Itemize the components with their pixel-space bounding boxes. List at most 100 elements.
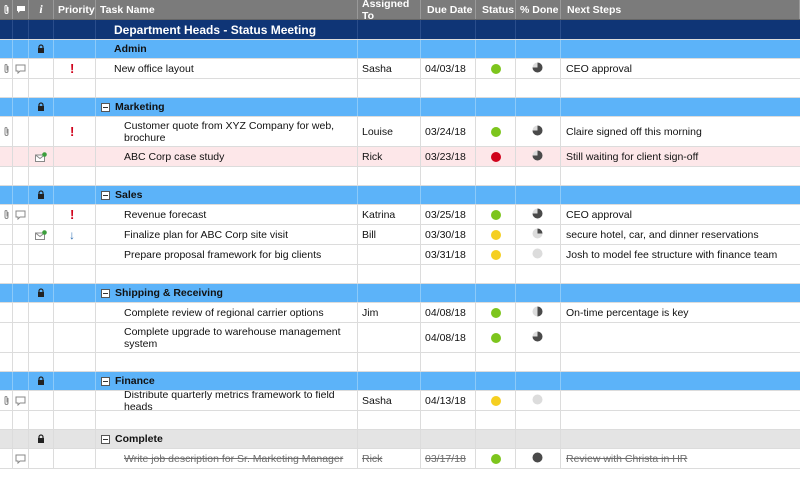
cell[interactable] [358,98,421,116]
cell[interactable]: 03/25/18 [421,205,476,224]
cell[interactable] [476,205,516,224]
cell[interactable] [516,59,561,78]
status-indicator-icon[interactable] [491,395,501,406]
cell[interactable] [54,411,96,429]
cell[interactable]: Complete [96,430,358,448]
cell[interactable] [421,79,476,97]
cell[interactable] [476,79,516,97]
priority-column-header[interactable]: Priority [54,0,96,19]
cell[interactable] [476,186,516,204]
cell[interactable] [561,411,800,429]
task-name[interactable]: New office layout [96,63,194,75]
task-name[interactable]: Prepare proposal framework for big clien… [96,249,321,261]
cell[interactable]: Department Heads - Status Meeting [96,20,358,39]
next-steps-column-header[interactable]: Next Steps [561,0,800,19]
task-name[interactable]: Shipping & Receiving [96,287,223,299]
cell[interactable] [421,353,476,371]
task-name[interactable]: Finalize plan for ABC Corp site visit [96,229,288,241]
cell[interactable]: New office layout [96,59,358,78]
cell[interactable]: 03/30/18 [421,225,476,244]
cell[interactable] [421,40,476,58]
cell[interactable] [476,323,516,352]
cell[interactable] [476,167,516,185]
cell[interactable] [476,147,516,166]
cell[interactable] [421,372,476,390]
cell[interactable] [54,353,96,371]
cell[interactable] [561,284,800,302]
cell[interactable] [476,117,516,146]
comment-icon-wrap[interactable] [13,396,28,406]
cell[interactable]: Sasha [358,59,421,78]
cell[interactable] [54,303,96,322]
cell[interactable] [516,323,561,352]
cell[interactable] [561,391,800,410]
cell[interactable] [54,265,96,283]
cell[interactable]: Sales [96,186,358,204]
cell[interactable] [561,186,800,204]
cell[interactable]: Complete review of regional carrier opti… [96,303,358,322]
cell[interactable] [561,167,800,185]
cell[interactable] [561,430,800,448]
cell[interactable] [358,79,421,97]
cell[interactable]: Revenue forecast [96,205,358,224]
cell[interactable] [476,449,516,468]
task-name[interactable]: Write job description for Sr. Marketing … [96,453,343,465]
cell[interactable]: 03/17/18 [421,449,476,468]
cell[interactable] [561,372,800,390]
cell[interactable] [476,353,516,371]
cell[interactable] [516,391,561,410]
task-name[interactable]: Finance [96,375,155,387]
cell[interactable]: ! [54,59,96,78]
cell[interactable] [54,323,96,352]
cell[interactable] [358,372,421,390]
percent-done-wrap[interactable] [532,208,543,222]
cell[interactable] [421,265,476,283]
percent-done-wrap[interactable] [532,452,543,466]
cell[interactable] [358,323,421,352]
cell[interactable]: Jim [358,303,421,322]
cell[interactable]: ! [54,117,96,146]
task-name[interactable]: Complete upgrade to warehouse management… [96,326,357,350]
cell[interactable]: Finance [96,372,358,390]
cell[interactable] [421,20,476,39]
cell[interactable] [476,59,516,78]
task-name[interactable]: Complete [96,433,163,445]
percent-done-wrap[interactable] [532,150,543,164]
status-indicator-icon[interactable] [491,249,501,260]
cell[interactable] [516,205,561,224]
cell[interactable]: Rick [358,449,421,468]
cell[interactable] [96,79,358,97]
cell[interactable] [54,20,96,39]
status-indicator-icon[interactable] [491,126,501,137]
cell[interactable]: Prepare proposal framework for big clien… [96,245,358,264]
cell[interactable]: Bill [358,225,421,244]
cell[interactable] [54,430,96,448]
cell[interactable] [54,449,96,468]
due-date-column-header[interactable]: Due Date [421,0,476,19]
status-indicator-icon[interactable] [491,332,501,343]
cell[interactable]: 04/13/18 [421,391,476,410]
cell[interactable] [96,353,358,371]
task-name[interactable]: Department Heads - Status Meeting [96,24,316,36]
cell[interactable]: ! [54,205,96,224]
cell[interactable] [54,40,96,58]
cell[interactable] [421,186,476,204]
task-name[interactable]: Customer quote from XYZ Company for web,… [96,120,357,144]
collapse-toggle-icon[interactable] [101,102,110,112]
cell[interactable]: Admin [96,40,358,58]
cell[interactable]: Write job description for Sr. Marketing … [96,449,358,468]
cell[interactable] [54,391,96,410]
cell[interactable] [516,411,561,429]
cell[interactable]: 03/31/18 [421,245,476,264]
cell[interactable] [421,167,476,185]
cell[interactable]: 04/08/18 [421,323,476,352]
cell[interactable] [358,265,421,283]
cell[interactable]: Finalize plan for ABC Corp site visit [96,225,358,244]
task-name[interactable]: ABC Corp case study [96,151,224,163]
cell[interactable] [561,20,800,39]
cell[interactable] [476,40,516,58]
cell[interactable]: Complete upgrade to warehouse management… [96,323,358,352]
cell[interactable] [421,284,476,302]
attachment-icon-wrap[interactable] [0,395,12,406]
cell[interactable] [516,40,561,58]
